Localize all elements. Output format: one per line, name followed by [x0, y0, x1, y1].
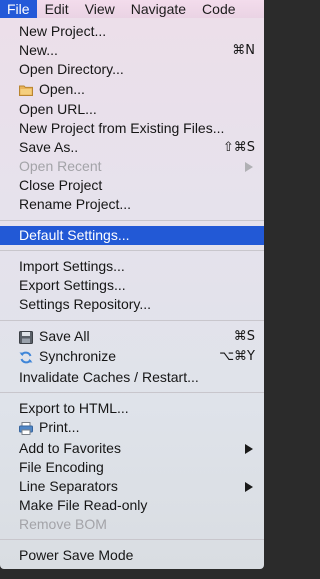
menu-item-label: Power Save Mode — [19, 547, 134, 563]
submenu-arrow-icon — [245, 444, 253, 454]
submenu-arrow-icon — [245, 482, 253, 492]
menu-item-label: Open Directory... — [19, 61, 124, 77]
menu-separator — [0, 220, 264, 221]
menu-item-label: New Project from Existing Files... — [19, 120, 225, 136]
menu-item-invalidate-caches[interactable]: Invalidate Caches / Restart... — [0, 368, 264, 387]
menu-item-save-all[interactable]: Save All ⌘S — [0, 327, 264, 346]
menu-navigate[interactable]: Navigate — [123, 0, 194, 18]
menu-item-print[interactable]: Print... — [0, 418, 264, 437]
menu-item-export-settings[interactable]: Export Settings... — [0, 276, 264, 295]
menu-item-open[interactable]: Open... — [0, 80, 264, 99]
printer-icon — [19, 421, 33, 435]
menu-item-synchronize[interactable]: Synchronize ⌥⌘Y — [0, 347, 264, 366]
menu-item-label: Default Settings... — [19, 227, 130, 243]
shortcut-label: ⌘S — [233, 329, 255, 344]
menu-item-label: Make File Read-only — [19, 497, 148, 513]
menu-item-new-project[interactable]: New Project... — [0, 22, 264, 41]
menu-item-new[interactable]: New... ⌘N — [0, 41, 264, 60]
menu-edit[interactable]: Edit — [37, 0, 77, 18]
menu-item-line-separators[interactable]: Line Separators — [0, 477, 264, 496]
menu-item-label: Export to HTML... — [19, 400, 129, 416]
menu-item-export-html[interactable]: Export to HTML... — [0, 399, 264, 418]
menu-item-label: Open... — [39, 81, 85, 97]
menu-item-import-settings[interactable]: Import Settings... — [0, 257, 264, 276]
menu-item-add-favorites[interactable]: Add to Favorites — [0, 439, 264, 458]
menu-separator — [0, 250, 264, 251]
menu-separator — [0, 320, 264, 321]
menu-item-label: Close Project — [19, 177, 103, 193]
menu-item-label: Save As.. — [19, 139, 79, 155]
menu-item-label: Export Settings... — [19, 277, 126, 293]
shortcut-label: ⇧⌘S — [222, 140, 255, 155]
menu-item-label: Open Recent — [19, 158, 102, 174]
menu-view[interactable]: View — [77, 0, 123, 18]
menu-item-label: Line Separators — [19, 478, 118, 494]
menu-item-default-settings[interactable]: Default Settings... — [0, 226, 264, 245]
submenu-arrow-icon — [245, 162, 253, 172]
file-menu-dropdown: New Project... New... ⌘N Open Directory.… — [0, 18, 264, 569]
menu-item-settings-repository[interactable]: Settings Repository... — [0, 295, 264, 314]
menu-item-label: Synchronize — [39, 348, 117, 364]
floppy-disk-icon — [19, 330, 33, 344]
menu-separator — [0, 392, 264, 393]
shortcut-label: ⌥⌘Y — [219, 349, 255, 364]
menu-item-label: Add to Favorites — [19, 440, 121, 456]
menu-item-label: New Project... — [19, 23, 107, 39]
menu-item-label: Import Settings... — [19, 258, 125, 274]
menu-item-save-as[interactable]: Save As.. ⇧⌘S — [0, 138, 264, 157]
menu-item-rename-project[interactable]: Rename Project... — [0, 195, 264, 214]
menu-bar: File Edit View Navigate Code — [0, 0, 264, 18]
menu-item-label: Print... — [39, 419, 80, 435]
menu-item-close-project[interactable]: Close Project — [0, 176, 264, 195]
sync-icon — [19, 350, 33, 364]
menu-item-new-from-existing[interactable]: New Project from Existing Files... — [0, 119, 264, 138]
menu-item-label: Remove BOM — [19, 516, 107, 532]
folder-icon — [19, 83, 33, 96]
menu-item-power-save[interactable]: Power Save Mode — [0, 546, 264, 565]
menu-item-open-url[interactable]: Open URL... — [0, 100, 264, 119]
menu-item-label: Invalidate Caches / Restart... — [19, 369, 199, 385]
menu-item-label: File Encoding — [19, 459, 104, 475]
menu-item-open-directory[interactable]: Open Directory... — [0, 60, 264, 79]
menu-code[interactable]: Code — [194, 0, 243, 18]
menu-item-remove-bom: Remove BOM — [0, 515, 264, 534]
menu-item-label: Open URL... — [19, 101, 97, 117]
menu-item-make-read-only[interactable]: Make File Read-only — [0, 496, 264, 515]
menu-item-label: New... — [19, 42, 58, 58]
menu-file[interactable]: File — [0, 0, 37, 18]
menu-item-label: Settings Repository... — [19, 296, 152, 312]
shortcut-label: ⌘N — [232, 43, 255, 58]
menu-separator — [0, 539, 264, 540]
menu-item-open-recent: Open Recent — [0, 157, 264, 176]
menu-item-label: Rename Project... — [19, 196, 132, 212]
menu-item-file-encoding[interactable]: File Encoding — [0, 458, 264, 477]
menu-item-label: Save All — [39, 328, 90, 344]
